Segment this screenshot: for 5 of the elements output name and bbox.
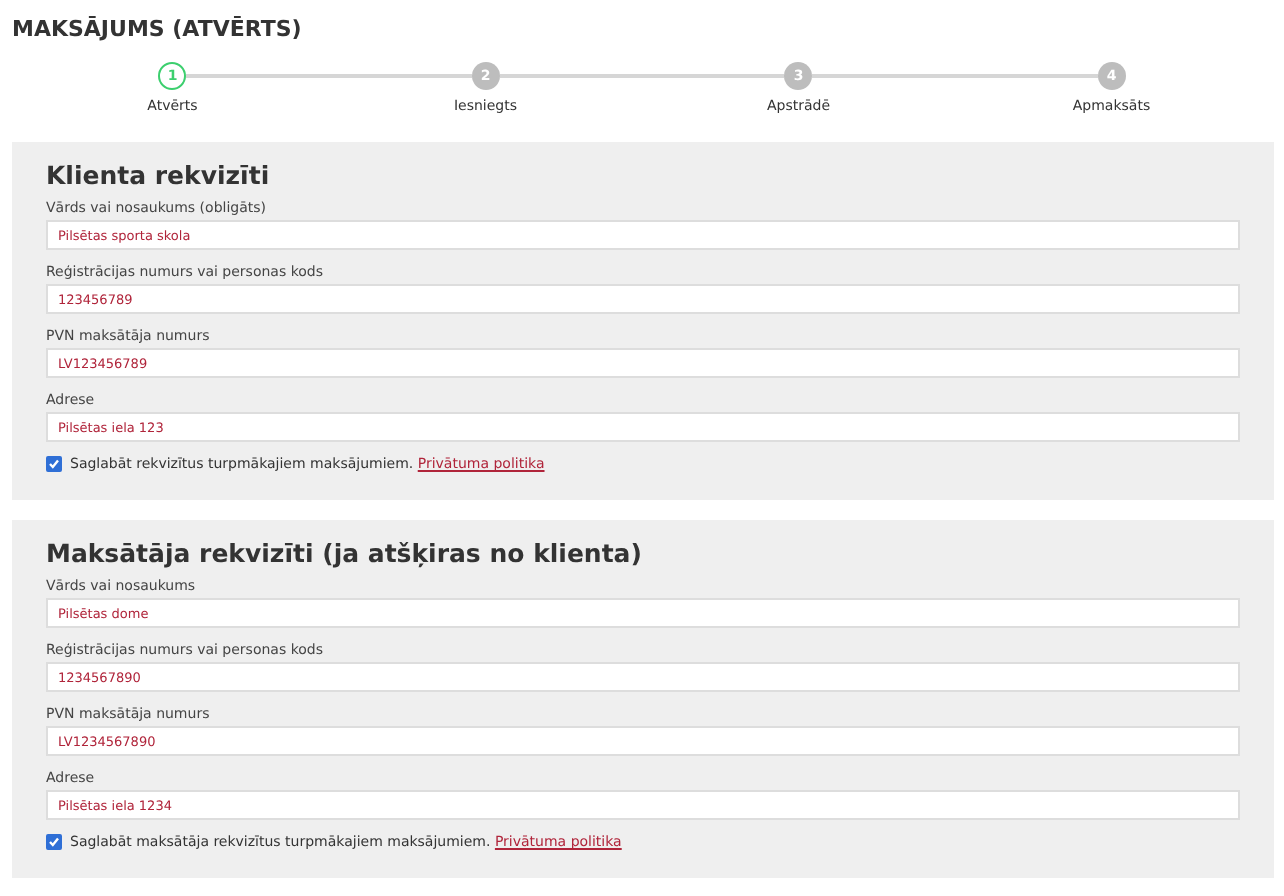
checkbox[interactable] bbox=[46, 834, 62, 850]
page-title: MAKSĀJUMS (ATVĒRTS) bbox=[10, 14, 304, 44]
section-heading: Maksātāja rekvizīti (ja atšķiras no klienta) bbox=[46, 538, 644, 568]
checkbox[interactable] bbox=[46, 456, 62, 472]
section-heading: Klienta rekvizīti bbox=[46, 160, 272, 190]
